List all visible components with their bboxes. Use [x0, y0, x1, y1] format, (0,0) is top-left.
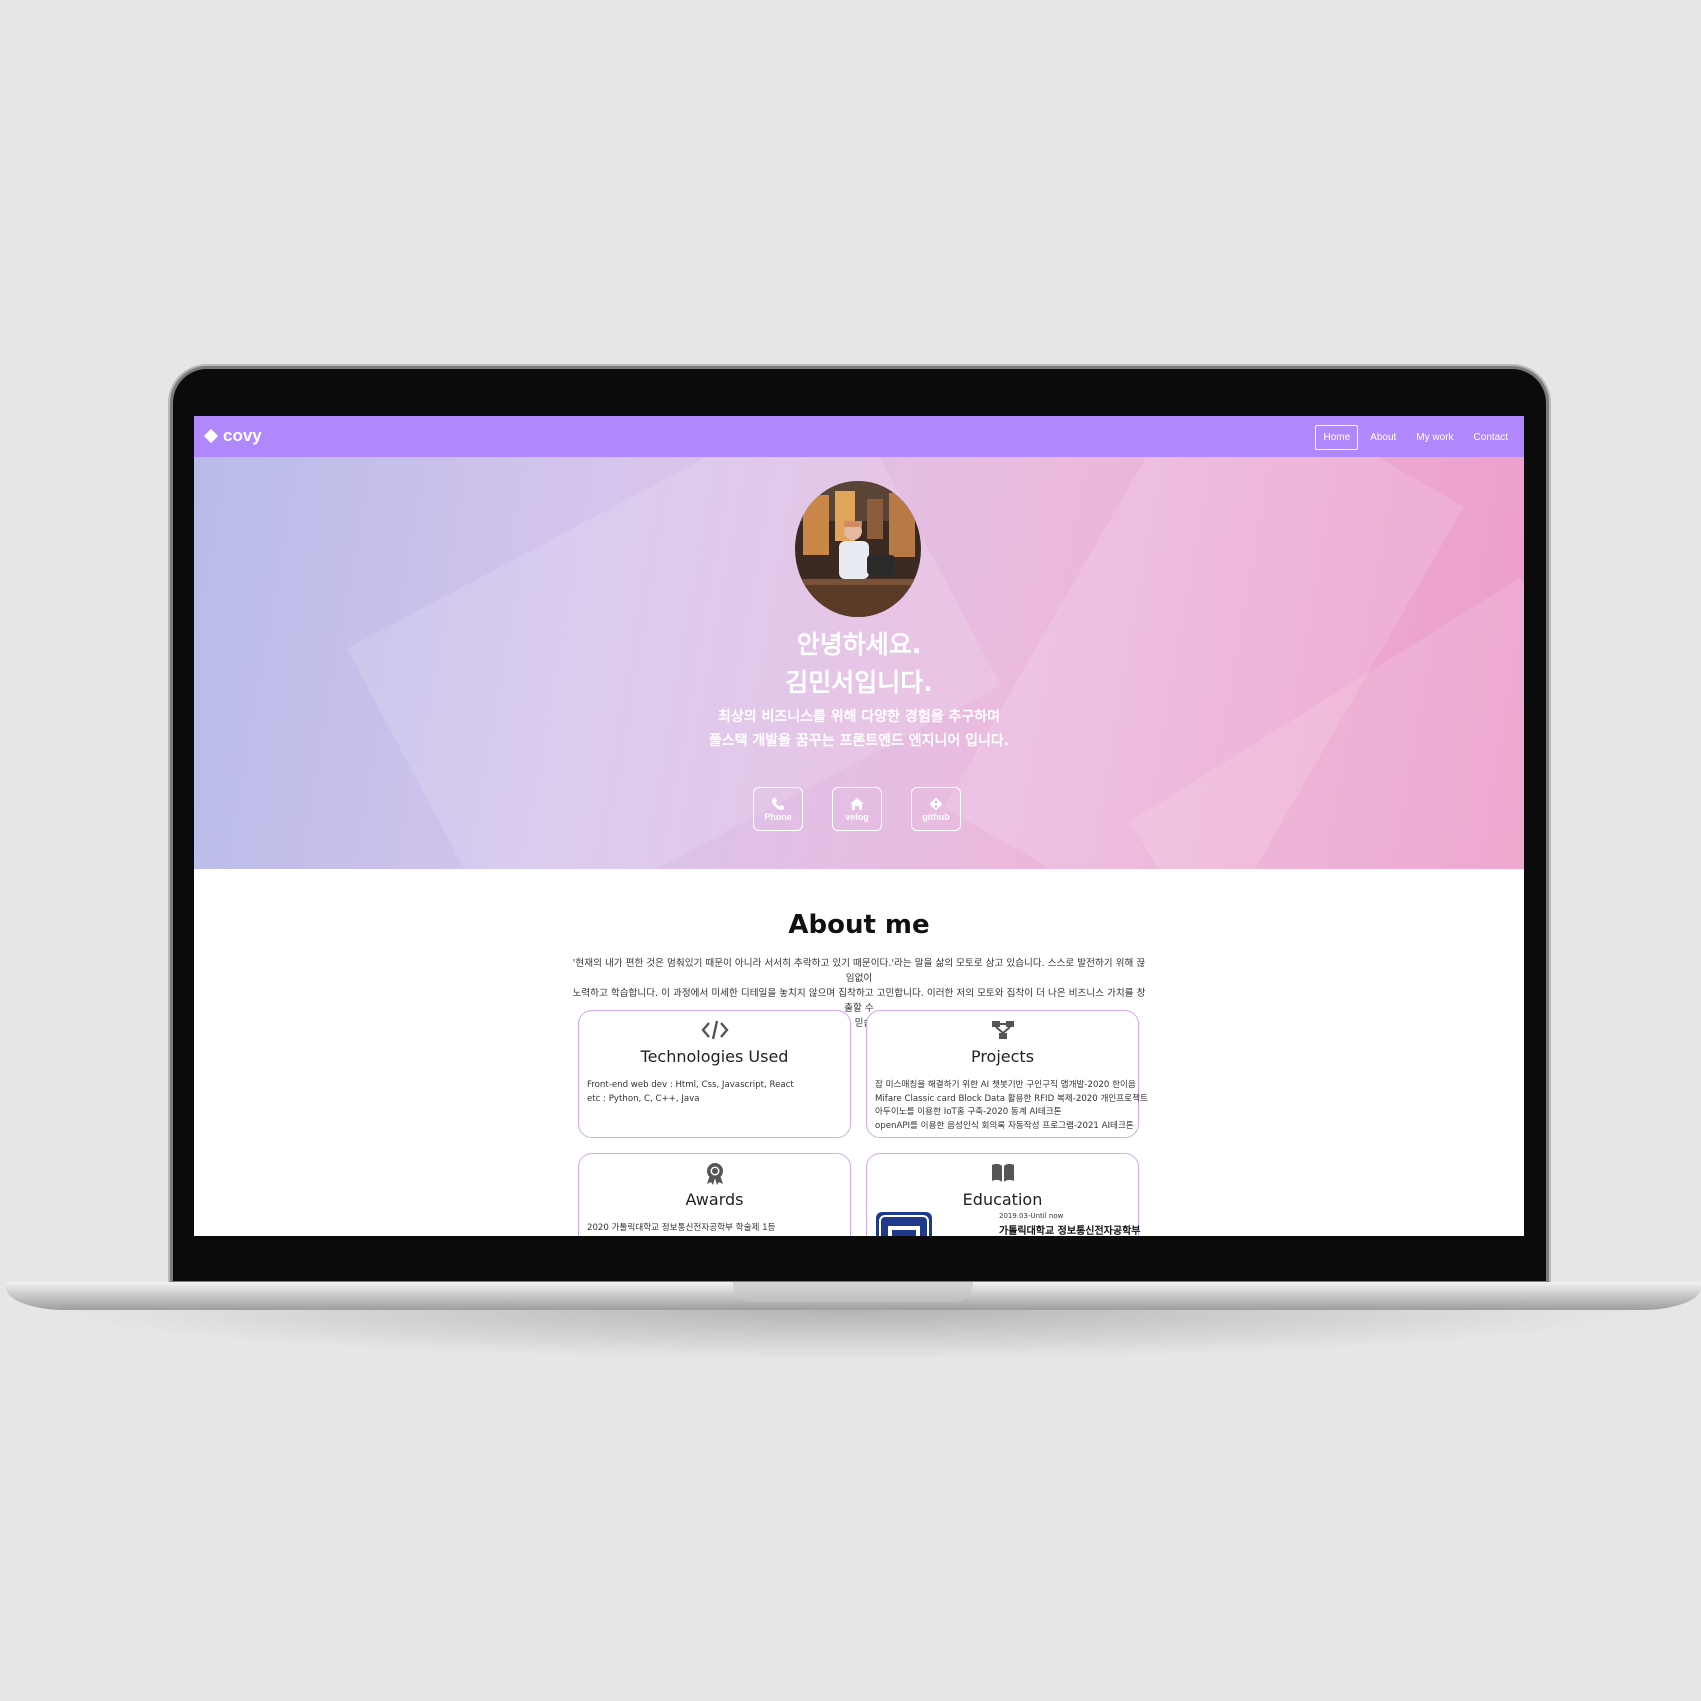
awards-card: Awards 2020 가톨릭대학교 정보통신전자공학부 학술제 1등	[578, 1153, 851, 1236]
project-line: Mifare Classic card Block Data 활용한 RFID …	[875, 1093, 1148, 1104]
profile-avatar	[795, 481, 921, 617]
github-button-label: github	[922, 811, 950, 822]
velog-button[interactable]: velog	[832, 787, 882, 831]
hero-title-line2: 김민서입니다.	[785, 668, 933, 697]
phone-button[interactable]: Phone	[753, 787, 803, 831]
awards-card-body: 2020 가톨릭대학교 정보통신전자공학부 학술제 1등	[587, 1222, 842, 1236]
about-desc-line1: '현재의 내가 편한 것은 멈춰있기 때문이 아니라 서서히 추락하고 있기 때…	[572, 958, 1146, 984]
velog-button-label: velog	[845, 811, 869, 822]
award-icon	[706, 1163, 723, 1185]
project-line: 잡 미스매칭을 해결하기 위한 AI 챗봇기반 구인구직 앱개발-2020 한이…	[875, 1080, 1136, 1090]
sitemap-icon	[991, 1021, 1014, 1039]
hero-subtitle-line1: 최상의 비즈니스를 위해 다양한 경험을 추구하며	[718, 709, 1000, 725]
education-card: Education 2019.03-Until now 가톨릭대학교 정보통신전…	[866, 1153, 1141, 1236]
projects-card-title: Projects	[970, 1047, 1035, 1066]
book-icon	[991, 1163, 1014, 1182]
hero-subtitle-line2: 풀스택 개발을 꿈꾸는 프론트엔드 엔지니어 입니다.	[708, 733, 1010, 749]
project-line: 아두이노를 이용한 IoT홈 구축-2020 동계 AI테크톤	[875, 1107, 1062, 1117]
education-card-title: Education	[962, 1190, 1043, 1209]
nav-item-home[interactable]: Home	[1315, 425, 1359, 450]
laptop-shadow	[55, 1310, 1645, 1360]
github-button[interactable]: github	[911, 787, 961, 831]
award-line: 2020 가톨릭대학교 정보통신전자공학부 학술제 1등	[587, 1223, 776, 1233]
hero-title-line1: 안녕하세요.	[796, 630, 922, 659]
laptop-screen: covy Home About My work Contact 안녕하세요. 김…	[194, 416, 1524, 1236]
git-diamond-icon	[203, 428, 219, 444]
about-title: About me	[788, 910, 930, 940]
tech-card: Technologies Used Front-end web dev : Ht…	[578, 1010, 851, 1138]
hero-section: 안녕하세요. 김민서입니다. 최상의 비즈니스를 위해 다양한 경험을 추구하며…	[194, 457, 1524, 869]
projects-card-body: 잡 미스매칭을 해결하기 위한 AI 챗봇기반 구인구직 앱개발-2020 한이…	[875, 1079, 1148, 1133]
git-icon	[929, 797, 943, 810]
education-school: 가톨릭대학교 정보통신전자공학부	[999, 1226, 1141, 1236]
tech-line: Front-end web dev : Html, Css, Javascrip…	[587, 1080, 794, 1090]
nav-item-contact[interactable]: Contact	[1466, 425, 1516, 450]
university-logo-image	[876, 1212, 932, 1236]
education-date: 2019.03-Until now	[999, 1212, 1064, 1220]
laptop-notch	[733, 1282, 973, 1302]
tech-card-title: Technologies Used	[640, 1047, 789, 1066]
code-icon	[700, 1020, 729, 1040]
project-line: openAPI를 이용한 음성인식 회의록 자동작성 프로그램-2021 AI테…	[875, 1120, 1134, 1131]
awards-card-title: Awards	[685, 1190, 744, 1209]
projects-card: Projects 잡 미스매칭을 해결하기 위한 AI 챗봇기반 구인구직 앱개…	[866, 1010, 1148, 1138]
brand-name: covy	[223, 426, 262, 445]
phone-button-label: Phone	[764, 811, 792, 822]
navbar: covy Home About My work Contact	[194, 416, 1524, 457]
nav-item-my-work[interactable]: My work	[1408, 425, 1461, 450]
profile-photo	[795, 481, 921, 617]
tech-card-body: Front-end web dev : Html, Css, Javascrip…	[587, 1079, 842, 1106]
nav-item-about[interactable]: About	[1362, 425, 1404, 450]
tech-line: etc : Python, C, C++, Java	[587, 1093, 700, 1104]
nav-menu: Home About My work Contact	[1315, 425, 1516, 450]
phone-icon	[772, 797, 784, 810]
brand-logo[interactable]: covy	[203, 426, 262, 446]
home-icon	[850, 797, 864, 810]
university-emblem-icon	[879, 1215, 929, 1236]
